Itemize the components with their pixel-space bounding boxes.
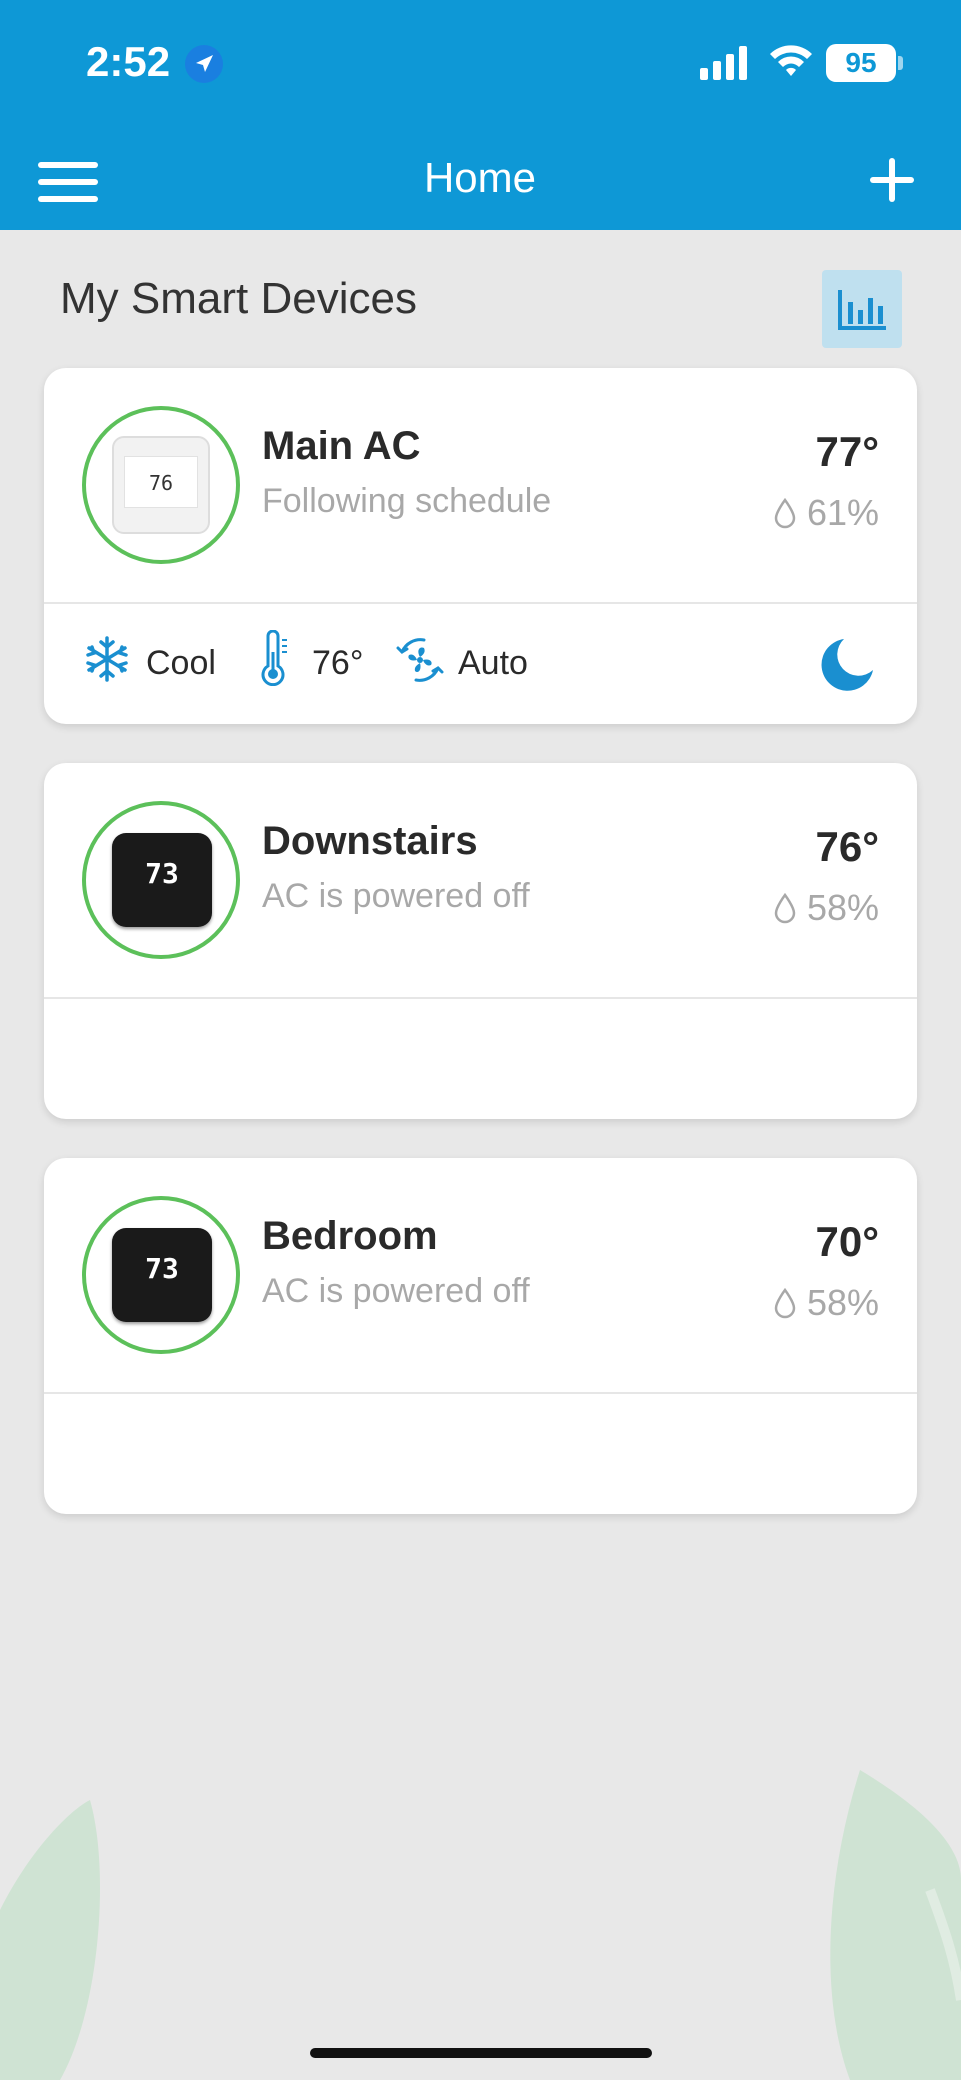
thermostat-image: 76	[112, 436, 210, 534]
device-name: Main AC	[262, 424, 421, 468]
device-display: 73	[145, 857, 179, 890]
fan-mode-label: Auto	[458, 644, 528, 682]
device-status: AC is powered off	[262, 1272, 530, 1310]
device-name: Downstairs	[262, 819, 478, 863]
thermometer-icon	[261, 630, 287, 686]
device-temperature: 70°	[815, 1218, 879, 1265]
droplet-icon	[774, 1287, 796, 1319]
card-divider	[44, 997, 917, 999]
hamburger-menu-icon[interactable]	[38, 160, 98, 204]
decorative-leaf-right	[830, 1770, 961, 2080]
home-indicator	[310, 2048, 652, 2058]
thermostat-image: 73	[112, 833, 212, 927]
device-temperature: 76°	[815, 823, 879, 870]
device-avatar: 76	[82, 406, 240, 564]
device-humidity: 58%	[806, 1282, 879, 1323]
target-temperature: 76°	[312, 644, 364, 682]
device-temperature: 77°	[815, 428, 879, 475]
device-name: Bedroom	[262, 1214, 438, 1258]
wifi-icon	[770, 45, 812, 76]
device-card-downstairs[interactable]: 73 Downstairs AC is powered off 76° 58%	[44, 763, 917, 1119]
device-avatar: 73	[82, 1196, 240, 1354]
mode-row: Cool 76° Auto	[44, 604, 917, 724]
page-title: Home	[423, 154, 537, 201]
stats-button[interactable]	[822, 270, 902, 348]
device-humidity-row: 58%	[773, 1282, 879, 1324]
decorative-leaf-left	[0, 1800, 100, 2080]
device-avatar: 73	[82, 801, 240, 959]
battery-indicator: 95	[826, 44, 896, 82]
battery-tip	[898, 56, 903, 70]
fan-icon	[396, 638, 444, 682]
top-bar: 2:52 95 Home	[0, 0, 961, 230]
thermostat-image: 73	[112, 1228, 212, 1322]
add-device-button[interactable]	[870, 158, 914, 202]
droplet-icon	[774, 497, 796, 529]
mode-label: Cool	[146, 644, 216, 682]
bar-chart-icon	[838, 290, 886, 330]
section-title: My Smart Devices	[60, 274, 417, 323]
location-arrow-icon	[185, 45, 223, 83]
device-display: 76	[124, 456, 198, 508]
device-humidity-row: 58%	[773, 887, 879, 929]
device-status: Following schedule	[262, 482, 552, 520]
device-card-main-ac[interactable]: 76 Main AC Following schedule 77° 61% Co…	[44, 368, 917, 724]
droplet-icon	[774, 892, 796, 924]
device-display: 73	[145, 1252, 179, 1285]
device-humidity-row: 61%	[773, 492, 879, 534]
card-divider	[44, 1392, 917, 1394]
cellular-signal-icon	[700, 46, 747, 80]
device-humidity: 61%	[806, 492, 879, 533]
moon-icon[interactable]	[820, 636, 876, 692]
snowflake-icon	[86, 636, 128, 682]
device-status: AC is powered off	[262, 877, 530, 915]
device-humidity: 58%	[806, 887, 879, 928]
status-time: 2:52	[86, 38, 171, 85]
device-card-bedroom[interactable]: 73 Bedroom AC is powered off 70° 58%	[44, 1158, 917, 1514]
